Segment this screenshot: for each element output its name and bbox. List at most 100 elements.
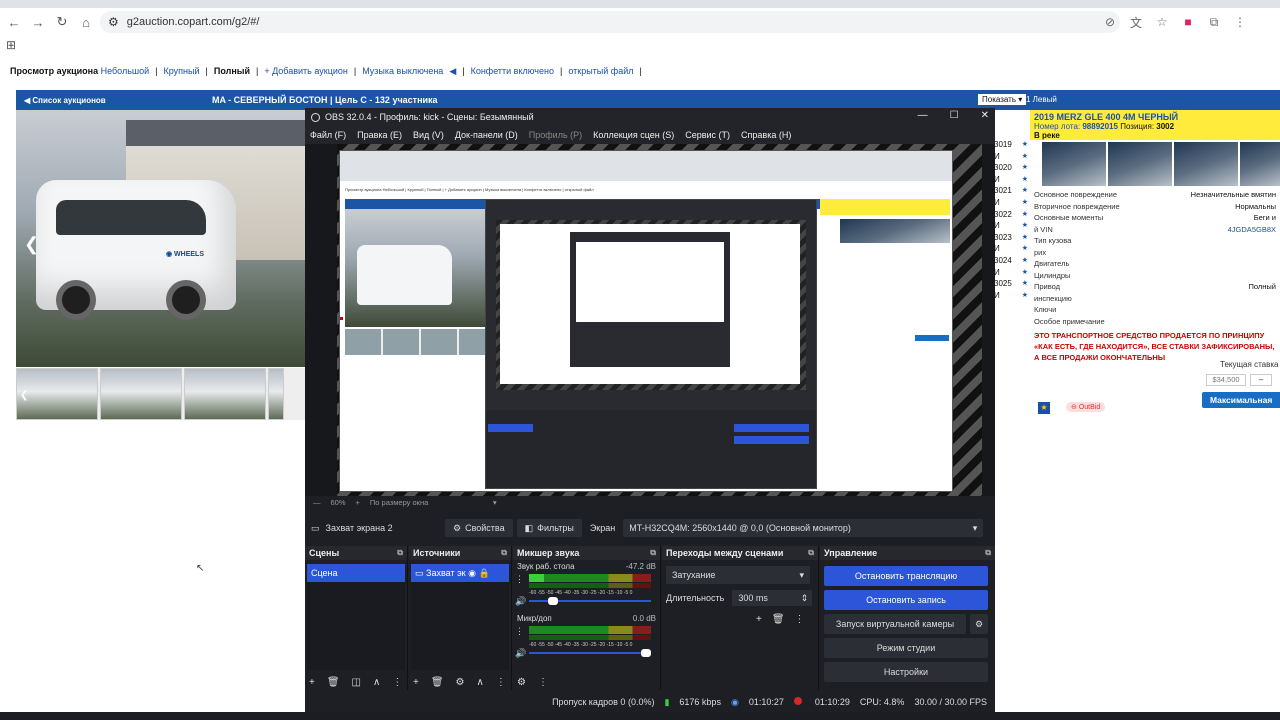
menu-profile[interactable]: Профиль (P) — [529, 130, 582, 140]
menu-file[interactable]: Файл (F) — [310, 130, 346, 140]
vehicle-photo[interactable]: ◉ WHEELS — [16, 110, 306, 367]
auction-list-link[interactable]: ◀ Список аукционов — [24, 96, 106, 105]
address-bar[interactable]: ⚙ g2auction.copart.com/g2/#/ — [100, 11, 1120, 33]
tracking-icon[interactable]: ⊘ — [1100, 12, 1120, 32]
lot-number-row[interactable]: И ★ — [994, 175, 1030, 187]
bookmark-star-icon[interactable]: ☆ — [1152, 12, 1172, 32]
source-item[interactable]: ▭ Захват эк ◉ 🔒 — [411, 564, 509, 582]
watchlist-star-icon[interactable]: ★ — [1038, 402, 1050, 414]
lot-photo[interactable] — [1174, 142, 1238, 186]
more-icon[interactable]: ⋮ — [515, 626, 524, 637]
menu-scene-collection[interactable]: Коллекция сцен (S) — [593, 130, 674, 140]
zoom-in-icon[interactable]: + — [356, 498, 360, 507]
lot-number-row[interactable]: 3020 ★ — [994, 163, 1030, 175]
star-icon[interactable]: ★ — [1022, 291, 1028, 303]
undock-icon[interactable]: ⧉ — [397, 548, 403, 558]
thumbnail[interactable] — [268, 368, 284, 420]
lot-number-row[interactable]: 3022 ★ — [994, 210, 1030, 222]
lot-number-row[interactable]: 3019 ★ — [994, 140, 1030, 152]
undock-icon[interactable]: ⧉ — [808, 548, 814, 558]
view-large-link[interactable]: Крупный — [164, 66, 200, 77]
star-icon[interactable]: ★ — [1022, 186, 1028, 198]
settings-button[interactable]: Настройки — [824, 662, 988, 682]
star-icon[interactable]: ★ — [1022, 210, 1028, 222]
more-icon[interactable]: ⋮ — [392, 677, 402, 688]
lot-number-row[interactable]: И ★ — [994, 268, 1030, 280]
menu-icon[interactable]: ⋮ — [1230, 12, 1250, 32]
attribute-value[interactable]: 4JGDA5GB8X — [1228, 224, 1276, 236]
lot-number-row[interactable]: И ★ — [994, 198, 1030, 210]
translate-icon[interactable]: 文 — [1126, 12, 1146, 32]
view-small-link[interactable]: Небольшой — [101, 66, 150, 76]
star-icon[interactable]: ★ — [1022, 221, 1028, 233]
star-icon[interactable]: ★ — [1022, 163, 1028, 175]
music-toggle-link[interactable]: Музыка выключена — [362, 66, 443, 77]
undock-icon[interactable]: ⧉ — [985, 548, 991, 558]
duration-spinbox[interactable]: 300 ms ⇕ — [732, 590, 813, 606]
more-icon[interactable]: ⋮ — [795, 614, 805, 625]
menu-help[interactable]: Справка (H) — [741, 130, 791, 140]
trash-icon[interactable]: 🗑 — [431, 677, 444, 688]
lot-number-row[interactable]: И ★ — [994, 291, 1030, 303]
stop-record-button[interactable]: Остановить запись — [824, 590, 988, 610]
extension-red-icon[interactable]: ■ — [1178, 12, 1198, 32]
transition-select[interactable]: Затухание ▾ — [666, 566, 810, 584]
view-full-link[interactable]: Полный — [214, 66, 250, 77]
filters-icon[interactable]: ◫ — [352, 677, 361, 688]
apps-grid-icon[interactable]: ⊞ — [6, 38, 22, 54]
max-bid-button[interactable]: Максимальная — [1202, 392, 1280, 408]
stop-stream-button[interactable]: Остановить трансляцию — [824, 566, 988, 586]
lot-photo[interactable] — [1042, 142, 1106, 186]
lot-number-row[interactable]: И ★ — [994, 244, 1030, 256]
trash-icon[interactable]: 🗑 — [327, 677, 340, 688]
thumbnail[interactable] — [100, 368, 182, 420]
lot-number-row[interactable]: 3021 ★ — [994, 186, 1030, 198]
forward-icon[interactable]: → — [26, 11, 50, 33]
volume-slider[interactable] — [529, 649, 651, 657]
properties-button[interactable]: ⚙ Свойства — [445, 519, 513, 537]
star-icon[interactable]: ★ — [1022, 268, 1028, 280]
home-icon[interactable]: ⌂ — [74, 11, 98, 33]
site-info-icon[interactable]: ⚙ — [108, 15, 119, 29]
lot-photo[interactable] — [1108, 142, 1172, 186]
lot-number-row[interactable]: И ★ — [994, 221, 1030, 233]
add-icon[interactable]: + — [309, 677, 315, 688]
star-icon[interactable]: ★ — [1022, 256, 1028, 268]
maximize-icon[interactable]: ☐ — [950, 110, 959, 121]
menu-edit[interactable]: Правка (E) — [357, 130, 402, 140]
screen-select[interactable]: MT-H32CQ4M: 2560x1440 @ 0,0 (Основной мо… — [623, 519, 984, 537]
close-icon[interactable]: ✕ — [981, 110, 989, 121]
undock-icon[interactable]: ⧉ — [501, 548, 507, 558]
speaker-icon[interactable]: ◀ — [449, 66, 456, 77]
speaker-icon[interactable]: 🔊 — [515, 596, 526, 607]
virtual-camera-button[interactable]: Запуск виртуальной камеры — [824, 614, 966, 634]
up-icon[interactable]: ∧ — [373, 677, 380, 688]
star-icon[interactable]: ★ — [1022, 279, 1028, 291]
more-icon[interactable]: ⋮ — [538, 677, 548, 688]
lot-number-row[interactable]: И ★ — [994, 152, 1030, 164]
star-icon[interactable]: ★ — [1022, 198, 1028, 210]
fit-select[interactable]: По размеру окна ▾ — [370, 498, 497, 507]
lot-photo[interactable] — [1240, 142, 1280, 186]
zoom-out-icon[interactable]: — — [313, 498, 321, 507]
open-file-link[interactable]: открытый файл — [568, 66, 633, 77]
thumbs-prev-icon[interactable]: ❮ — [20, 390, 28, 401]
reload-icon[interactable]: ↻ — [50, 11, 74, 33]
menu-tools[interactable]: Сервис (T) — [685, 130, 730, 140]
more-icon[interactable]: ⋮ — [515, 574, 524, 585]
star-icon[interactable]: ★ — [1022, 152, 1028, 164]
star-icon[interactable]: ★ — [1022, 140, 1028, 152]
virtual-camera-gear-icon[interactable]: ⚙ — [970, 614, 988, 634]
star-icon[interactable]: ★ — [1022, 233, 1028, 245]
show-select[interactable]: Показать ▾ — [978, 94, 1027, 105]
studio-mode-button[interactable]: Режим студии — [824, 638, 988, 658]
speaker-icon[interactable]: 🔊 — [515, 648, 526, 659]
mixer-settings-icon[interactable]: ⚙ — [517, 677, 526, 688]
lot-number-row[interactable]: 3025 ★ — [994, 279, 1030, 291]
bid-amount-field[interactable]: $34,500 — [1206, 374, 1246, 386]
menu-view[interactable]: Вид (V) — [413, 130, 444, 140]
obs-preview[interactable]: Просмотр аукциона Небольшой | Крупный | … — [305, 144, 995, 496]
photo-prev-icon[interactable]: ❮ — [24, 234, 39, 255]
lot-number-row[interactable]: 3024 ★ — [994, 256, 1030, 268]
back-icon[interactable]: ← — [2, 11, 26, 33]
